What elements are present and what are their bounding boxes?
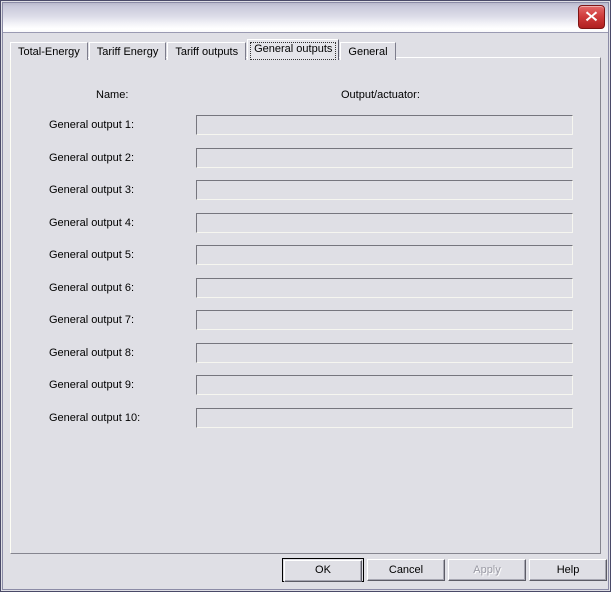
general-output-row: General output 4: bbox=[11, 212, 600, 237]
general-output-row: General output 5: bbox=[11, 245, 600, 269]
general-output-label: General output 8: bbox=[49, 346, 135, 359]
dialog-window: Total-Energy Tariff Energy Tariff output… bbox=[0, 0, 611, 592]
tab-label: General bbox=[348, 46, 388, 58]
apply-button: Apply bbox=[448, 559, 526, 581]
general-output-row: General output 9: bbox=[11, 375, 600, 399]
general-output-label: General output 7: bbox=[49, 314, 135, 326]
tab-tariff-outputs[interactable]: Tariff outputs bbox=[167, 42, 247, 60]
general-output-input[interactable] bbox=[196, 310, 573, 330]
general-output-input[interactable] bbox=[196, 277, 573, 298]
general-output-input[interactable] bbox=[196, 407, 573, 428]
tab-label: Total-Energy bbox=[18, 46, 80, 58]
help-button[interactable]: Help bbox=[529, 559, 607, 581]
general-output-input[interactable] bbox=[196, 212, 573, 233]
general-output-row: General output 3: bbox=[11, 180, 600, 204]
tab-label: General outputs bbox=[254, 43, 333, 55]
general-output-row: General output 8: bbox=[11, 342, 600, 367]
close-button[interactable] bbox=[578, 5, 605, 29]
tab-tariff-energy[interactable]: Tariff Energy bbox=[88, 42, 167, 60]
general-output-label: General output 3: bbox=[49, 184, 135, 196]
general-output-label: General output 9: bbox=[49, 379, 135, 391]
tab-panel-general-outputs: Name: Output/actuator: General output 1:… bbox=[10, 57, 601, 554]
general-output-label: General output 4: bbox=[49, 216, 135, 229]
cancel-button[interactable]: Cancel bbox=[367, 559, 445, 581]
general-output-input[interactable] bbox=[196, 342, 573, 363]
column-header-output-actuator: Output/actuator: bbox=[341, 89, 420, 101]
ok-button[interactable]: OK bbox=[282, 558, 364, 582]
general-output-label: General output 2: bbox=[49, 151, 135, 164]
general-output-input[interactable] bbox=[196, 375, 573, 395]
general-output-input[interactable] bbox=[196, 245, 573, 265]
tab-general-outputs[interactable]: General outputs bbox=[247, 39, 340, 60]
general-output-row: General output 7: bbox=[11, 310, 600, 334]
general-output-row: General output 1: bbox=[11, 115, 600, 139]
tab-label: Tariff Energy bbox=[96, 46, 159, 58]
ok-button-label: OK bbox=[284, 560, 362, 582]
dialog-window-inner: Total-Energy Tariff Energy Tariff output… bbox=[2, 2, 609, 590]
tab-total-energy[interactable]: Total-Energy bbox=[10, 42, 88, 60]
general-output-label: General output 1: bbox=[49, 119, 135, 131]
general-output-input[interactable] bbox=[196, 147, 573, 168]
close-icon bbox=[579, 9, 604, 23]
tab-strip: Total-Energy Tariff Energy Tariff output… bbox=[10, 39, 397, 60]
general-output-input[interactable] bbox=[196, 180, 573, 200]
general-output-label: General output 10: bbox=[49, 411, 141, 424]
title-bar bbox=[3, 3, 608, 33]
dialog-button-bar: OK Cancel Apply Help bbox=[3, 558, 608, 589]
general-output-input[interactable] bbox=[196, 115, 573, 135]
general-output-row: General output 10: bbox=[11, 407, 600, 432]
general-output-label: General output 6: bbox=[49, 281, 135, 294]
general-output-label: General output 5: bbox=[49, 249, 135, 261]
tab-general[interactable]: General bbox=[340, 42, 396, 60]
general-output-row: General output 6: bbox=[11, 277, 600, 302]
general-output-row: General output 2: bbox=[11, 147, 600, 172]
column-header-name: Name: bbox=[96, 89, 129, 101]
tab-label: Tariff outputs bbox=[175, 46, 239, 58]
